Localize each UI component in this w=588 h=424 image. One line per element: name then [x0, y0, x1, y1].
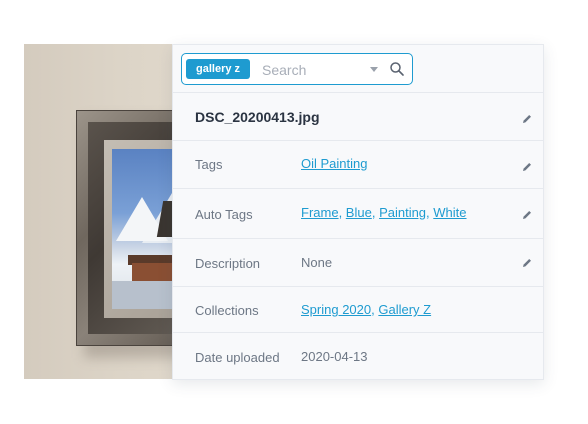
auto-tags-row: Auto Tags Frame, Blue, Painting, White [173, 189, 543, 239]
auto-tag-link[interactable]: Frame [301, 205, 339, 220]
chevron-down-icon[interactable] [370, 67, 378, 72]
description-value: None [301, 255, 333, 270]
search-bar-area: gallery z [173, 45, 543, 93]
collections-value: Spring 2020, Gallery Z [301, 302, 432, 317]
pencil-icon[interactable] [521, 257, 533, 269]
tags-label: Tags [195, 157, 223, 172]
auto-tags-label: Auto Tags [195, 207, 253, 222]
auto-tag-link[interactable]: Blue [346, 205, 372, 220]
asset-details-card: gallery z DSC_20200413.jpg Tags Oil Pain… [172, 44, 544, 380]
search-input[interactable] [262, 60, 362, 80]
auto-tag-link[interactable]: White [433, 205, 466, 220]
filename-row: DSC_20200413.jpg [173, 93, 543, 141]
filter-chip[interactable]: gallery z [186, 59, 251, 79]
collections-row: Collections Spring 2020, Gallery Z [173, 287, 543, 333]
tags-row: Tags Oil Painting [173, 141, 543, 189]
collection-link[interactable]: Gallery Z [378, 302, 431, 317]
auto-tags-value: Frame, Blue, Painting, White [301, 205, 467, 220]
description-label: Description [195, 256, 261, 271]
collections-label: Collections [195, 303, 259, 318]
painting-cabin [132, 263, 176, 281]
date-uploaded-label: Date uploaded [195, 350, 280, 365]
collection-link[interactable]: Spring 2020 [301, 302, 371, 317]
auto-tag-link[interactable]: Painting [379, 205, 426, 220]
tags-value: Oil Painting [301, 156, 367, 171]
date-uploaded-row: Date uploaded 2020-04-13 [173, 333, 543, 379]
pencil-icon[interactable] [521, 161, 533, 173]
pencil-icon[interactable] [521, 209, 533, 221]
search-box[interactable]: gallery z [181, 53, 413, 85]
date-uploaded-value: 2020-04-13 [301, 349, 368, 364]
pencil-icon[interactable] [521, 113, 533, 125]
search-icon[interactable] [389, 61, 405, 77]
description-row: Description None [173, 239, 543, 287]
file-name: DSC_20200413.jpg [195, 109, 320, 125]
tag-link[interactable]: Oil Painting [301, 156, 367, 171]
